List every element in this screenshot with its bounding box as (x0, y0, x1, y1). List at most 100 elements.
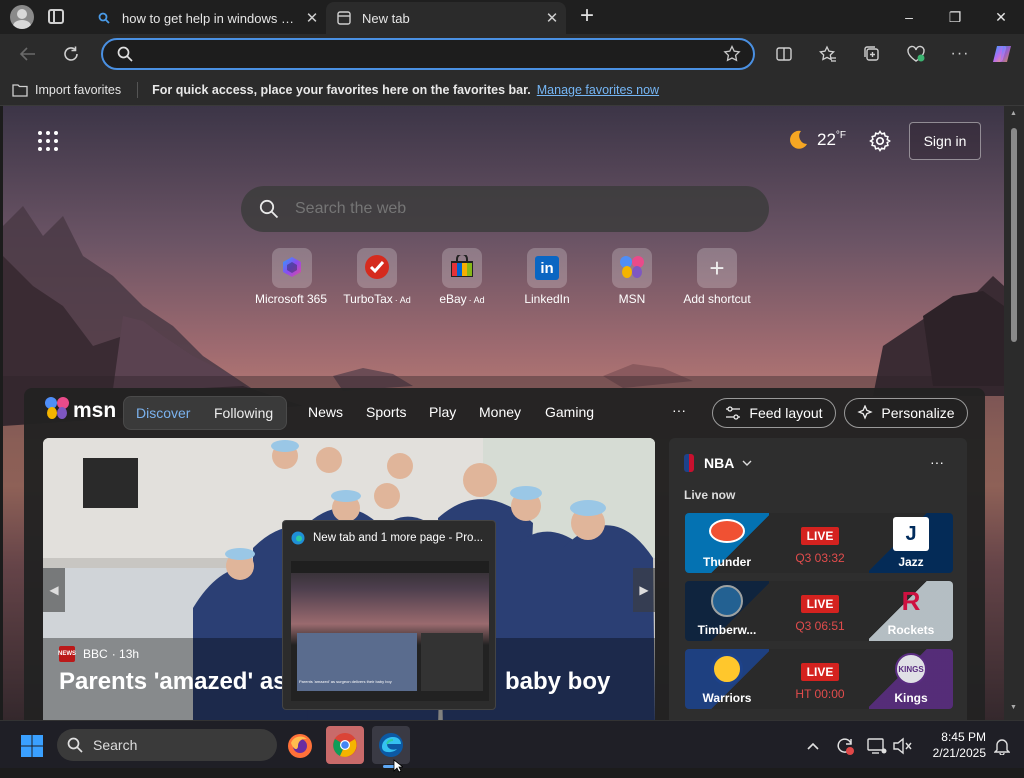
close-window-button[interactable]: ✕ (978, 0, 1024, 34)
msn-butterfly-icon (44, 396, 70, 425)
web-search-box[interactable] (241, 186, 769, 232)
tab-search[interactable]: how to get help in windows 11 - Search ✕ (86, 2, 326, 34)
favorites-icon[interactable] (812, 38, 844, 70)
microsoft-365-icon (280, 255, 304, 282)
firefox-icon[interactable] (284, 730, 316, 762)
shortcut-ebay[interactable]: eBay · Ad (422, 248, 502, 306)
volume-muted-icon[interactable] (886, 730, 918, 762)
scroll-down-icon[interactable]: ▼ (1010, 704, 1017, 711)
close-tab-icon[interactable]: ✕ (298, 9, 326, 27)
import-favorites-label[interactable]: Import favorites (35, 83, 121, 97)
search-icon (67, 737, 83, 753)
away-team-name: Kings (894, 691, 928, 705)
chevron-down-icon (742, 460, 752, 466)
favorite-star-icon[interactable] (723, 44, 741, 68)
taskbar: Search 8:45 PM 2/21/2025 (0, 720, 1024, 773)
home-team-name: Warriors (702, 691, 752, 705)
carousel-next-button[interactable]: ▶ (633, 568, 655, 612)
shortcut-linkedin[interactable]: in LinkedIn (507, 248, 587, 306)
copilot-icon[interactable] (986, 38, 1018, 70)
feed-layout-button[interactable]: Feed layout (712, 398, 836, 428)
tab-actions-icon[interactable] (48, 9, 64, 24)
edge-icon[interactable] (372, 726, 410, 764)
vertical-scrollbar[interactable]: ▲ ▼ (1004, 106, 1024, 720)
taskbar-search-label: Search (93, 737, 138, 753)
nav-news[interactable]: News (308, 404, 343, 420)
scroll-up-icon[interactable]: ▲ (1010, 110, 1017, 117)
back-button[interactable] (12, 38, 44, 70)
game-clock: HT 00:00 (795, 687, 845, 701)
title-bar: how to get help in windows 11 - Search ✕… (0, 0, 1024, 34)
game-clock: Q3 06:51 (795, 619, 845, 633)
close-tab-icon[interactable]: ✕ (538, 9, 566, 27)
personalize-label: Personalize (881, 405, 955, 421)
scrollbar-thumb[interactable] (1011, 128, 1017, 342)
carousel-prev-button[interactable]: ◀ (43, 568, 65, 612)
shortcut-label: Add shortcut (683, 292, 751, 306)
sliders-icon (725, 406, 741, 420)
tab-discover[interactable]: Discover (136, 405, 190, 421)
sign-in-button[interactable]: Sign in (909, 122, 981, 160)
nav-money[interactable]: Money (479, 404, 521, 420)
browser-essentials-icon[interactable] (900, 38, 932, 70)
search-icon (96, 10, 112, 26)
import-favorites-icon[interactable] (12, 83, 28, 97)
nba-header[interactable]: NBA (684, 454, 752, 472)
more-options-icon[interactable]: ··· (944, 38, 976, 70)
refresh-button[interactable] (55, 38, 87, 70)
preview-screenshot: Parents 'amazed' as surgeon delivers the… (291, 561, 489, 701)
feed-layout-label: Feed layout (749, 405, 823, 421)
minimize-button[interactable]: – (886, 0, 932, 34)
new-tab-button[interactable]: + (572, 3, 602, 31)
weather-widget[interactable]: 22 °F (787, 128, 846, 152)
linkedin-icon: in (535, 256, 559, 280)
timberwolves-logo-icon (711, 585, 743, 617)
system-clock[interactable]: 8:45 PM 2/21/2025 (920, 729, 986, 761)
shortcut-label: eBay (439, 292, 467, 306)
collections-icon[interactable] (856, 38, 888, 70)
home-team-name: Timberw... (697, 623, 757, 637)
address-input[interactable] (143, 44, 703, 64)
show-hidden-icons-chevron[interactable] (797, 730, 829, 762)
start-windows-icon[interactable] (16, 730, 48, 762)
msn-butterfly-icon (619, 255, 645, 282)
article-source: NEWS BBC · 13h (58, 646, 139, 662)
web-search-input[interactable] (295, 198, 735, 220)
tab-following[interactable]: Following (214, 405, 273, 421)
tab-new-tab[interactable]: New tab ✕ (326, 2, 566, 34)
nba-more-icon[interactable]: ··· (930, 454, 944, 470)
moon-icon (787, 129, 809, 151)
restore-button[interactable]: ❐ (932, 0, 978, 34)
tab-title: how to get help in windows 11 - Search (122, 10, 298, 26)
apps-launcher-icon[interactable] (37, 130, 59, 152)
weather-temperature: 22 (817, 130, 836, 149)
more-nav-icon[interactable]: ··· (672, 402, 686, 418)
nav-play[interactable]: Play (429, 404, 456, 420)
chrome-icon[interactable] (326, 726, 364, 764)
shortcut-turbotax[interactable]: TurboTax · Ad (337, 248, 417, 306)
msn-wordmark: msn (73, 398, 117, 422)
weather-unit: °F (835, 130, 847, 141)
shortcut-add[interactable]: + Add shortcut (677, 248, 757, 306)
settings-gear-icon[interactable] (869, 130, 891, 157)
clock-time: 8:45 PM (941, 730, 986, 744)
manage-favorites-link[interactable]: Manage favorites now (537, 83, 659, 97)
shortcut-label: LinkedIn (524, 292, 570, 306)
personalize-button[interactable]: Personalize (844, 398, 968, 428)
msn-logo[interactable]: msn (44, 396, 116, 425)
taskbar-search-box[interactable]: Search (57, 729, 277, 761)
notifications-bell-icon[interactable] (986, 730, 1018, 762)
split-screen-icon[interactable] (768, 38, 800, 70)
bbc-news-icon: NEWS (58, 646, 76, 662)
nav-gaming[interactable]: Gaming (545, 404, 594, 420)
away-team-name: Rockets (887, 623, 935, 637)
shortcut-microsoft-365[interactable]: Microsoft 365 (252, 248, 332, 306)
taskbar-thumbnail-preview[interactable]: New tab and 1 more page - Pro... Parents… (282, 520, 496, 710)
profile-avatar[interactable] (10, 5, 34, 29)
nav-sports[interactable]: Sports (366, 404, 406, 420)
sync-alert-icon[interactable] (829, 730, 861, 762)
address-bar[interactable] (101, 38, 755, 70)
shortcut-msn[interactable]: MSN (592, 248, 672, 306)
article-headline-left: Parents 'amazed' as s (59, 668, 307, 695)
plus-icon: + (709, 253, 725, 283)
